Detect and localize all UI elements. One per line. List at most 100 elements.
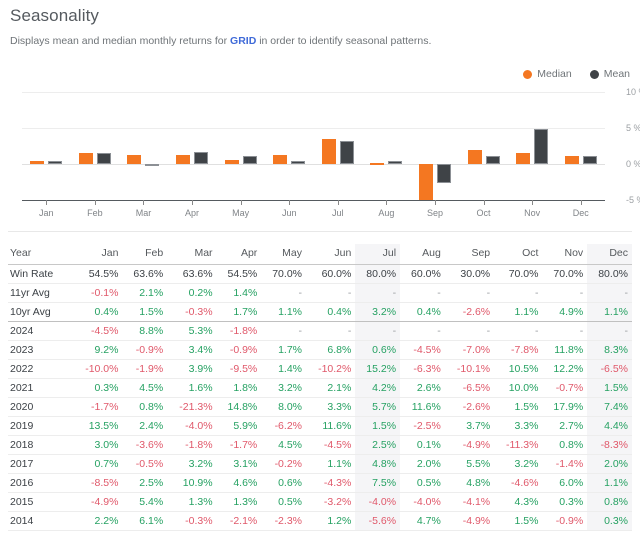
chart-bar-mean-aug[interactable] [388,161,403,164]
table-cell-2021-oct: 10.0% [508,382,539,394]
table-row-label: 2021 [10,382,34,394]
page-title: Seasonality [10,6,99,25]
chart-x-tick-label-jun: Jun [281,208,297,218]
table-cell-2019-mar: -4.0% [185,420,213,432]
table-column-header-may[interactable]: May [261,244,306,265]
chart-bar-median-aug[interactable] [370,162,385,165]
table-cell-2024-aug: - [437,325,441,337]
chart-bar-median-mar[interactable] [127,154,142,164]
subtitle-text-before: Displays mean and median monthly returns… [10,35,231,47]
table-row: 2023 9.2% -0.9% 3.4% -0.9% 1.7% 6.8% 0.6% -4.5% -… [8,340,632,360]
table-row: 2014 2.2% 6.1% -0.3% -2.1% -2.3% 1.2% -5.6% 4.7%… [8,511,632,531]
chart-bar-mean-jul[interactable] [339,140,354,164]
table-column-header-jul[interactable]: Jul [355,244,401,265]
chart-bar-mean-apr[interactable] [194,151,209,164]
table-cell-2024-sep: - [486,325,491,337]
table-column-header-sep[interactable]: Sep [445,244,494,265]
table-cell-2024-oct: - [534,325,539,337]
legend-swatch-icon [523,69,533,79]
table-cell-2023-feb: -0.9% [135,344,164,356]
chart-bar-mean-feb[interactable] [96,153,111,164]
table-cell-2016-jul: 7.5% [355,473,401,493]
table-cell-win-rate-may: 70.0% [272,268,302,280]
chart-bar-median-apr[interactable] [176,154,191,164]
table-cell-2021-jun: 2.1% [327,382,352,394]
table-cell-2023-oct: -7.8% [511,344,539,356]
table-column-header-oct[interactable]: Oct [494,244,542,265]
table-cell-2014-apr: -2.1% [229,515,258,527]
table-cell-11yr-avg-feb: 2.1% [139,287,164,299]
table-column-header-feb[interactable]: Feb [122,244,167,265]
table-cell-2019-jun: 11.6% [322,420,352,432]
chart-bar-median-jul[interactable] [321,138,336,164]
chart-bar-median-oct[interactable] [467,149,482,164]
ticker-link[interactable]: GRID [230,35,256,47]
chart-bar-mean-dec[interactable] [582,156,597,164]
table-column-header-nov[interactable]: Nov [542,244,587,265]
chart-bar-mean-nov[interactable] [534,128,549,164]
table-column-header-apr[interactable]: Apr [217,244,262,265]
table-cell-2020-jun: 3.3% [327,401,352,413]
chart-bar-mean-may[interactable] [242,156,257,164]
chart-bar-median-may[interactable] [224,159,239,164]
chart-x-tick-label-sep: Sep [426,208,443,218]
table-cell-win-rate-apr: 54.5% [227,268,258,280]
seasonality-chart: 10 % 5 % 0 % -5 % Jan Feb Mar Apr May Jun Jul Aug S… [8,87,640,218]
table-column-header-year[interactable]: Year [8,244,73,265]
page-subtitle: Displays mean and median monthly returns… [10,35,632,47]
legend-item-median[interactable]: Median [523,68,572,80]
chart-bar-median-jun[interactable] [273,155,288,164]
chart-x-tick-label-aug: Aug [378,208,395,218]
chart-bar-mean-mar[interactable] [145,164,160,167]
table-cell-2017-sep: 5.5% [466,458,491,470]
table-cell-2017-apr: 3.1% [233,458,258,470]
table-body: Win Rate 54.5% 63.6% 63.6% 54.5% 70.0% 60.0% 80… [8,264,632,531]
table-cell-2021-apr: 1.8% [233,382,258,394]
table-row-label: 2015 [10,496,34,508]
table-cell-2016-aug: 0.5% [416,477,441,489]
table-column-header-jun[interactable]: Jun [306,244,355,265]
chart-bar-median-dec[interactable] [564,156,579,164]
table-row: 2019 13.5% 2.4% -4.0% 5.9% -6.2% 11.6% 1.5% -2.5… [8,416,632,436]
table-column-header-mar[interactable]: Mar [167,244,216,265]
chart-x-tick-label-jan: Jan [39,208,54,218]
chart-bar-mean-oct[interactable] [485,156,500,164]
table-column-header-jan[interactable]: Jan [73,244,122,265]
chart-bar-median-sep[interactable] [418,164,433,200]
table-column-header-aug[interactable]: Aug [400,244,445,265]
chart-x-tick-label-nov: Nov [524,208,541,218]
table-cell-2019-nov: 2.7% [559,420,584,432]
table-cell-2021-may: 3.2% [278,382,302,394]
table-cell-11yr-avg-nov: - [579,287,584,299]
table-cell-2014-jan: 2.2% [94,515,119,527]
table-cell-2020-mar: -21.3% [179,401,213,413]
table-cell-11yr-avg-aug: - [437,287,441,299]
chart-bar-median-feb[interactable] [78,153,93,164]
table-cell-2016-nov: 6.0% [559,477,584,489]
table-cell-2015-jul: -4.0% [355,492,401,512]
table-cell-2020-nov: 17.9% [553,401,584,413]
chart-bar-mean-jan[interactable] [48,161,63,164]
table-cell-2015-apr: 1.3% [233,496,258,508]
table-cell-2019-aug: -2.5% [413,420,441,432]
chart-plot-area: 10 % 5 % 0 % -5 % [22,87,640,205]
table-column-header-dec[interactable]: Dec [587,244,632,265]
chart-bar-mean-sep[interactable] [436,164,451,183]
table-cell-win-rate-sep: 30.0% [460,268,491,280]
table-cell-2017-jun: 1.1% [327,458,352,470]
chart-bar-median-jan[interactable] [30,161,45,164]
chart-x-tick [94,200,96,205]
chart-bar-mean-jun[interactable] [291,161,306,164]
table-row-label: Win Rate [10,268,54,280]
table-cell-2015-dec: 0.8% [587,492,632,512]
table-cell-2023-aug: -4.5% [413,344,441,356]
table-cell-2017-aug: 2.0% [416,458,441,470]
table-cell-2022-nov: 12.2% [553,363,584,375]
table-cell-2022-may: 1.4% [278,363,302,375]
table-cell-2018-feb: -3.6% [135,439,164,451]
table-row-label: 11yr Avg [10,287,50,299]
legend-label: Median [537,68,572,80]
legend-item-mean[interactable]: Mean [589,68,630,80]
chart-bar-median-nov[interactable] [516,153,531,164]
chart-x-tick [386,200,388,205]
